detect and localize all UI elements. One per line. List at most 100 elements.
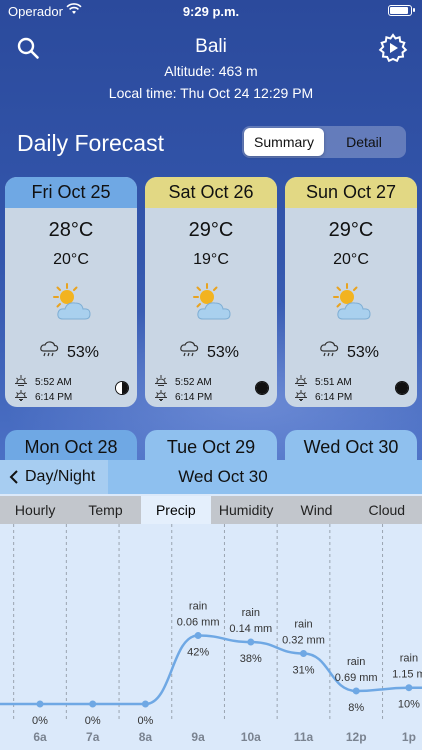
partly-cloudy-icon bbox=[49, 283, 95, 323]
rain-chance-value: 53% bbox=[347, 343, 380, 361]
sunrise-time: 5:52 AM bbox=[35, 376, 72, 388]
segment-detail[interactable]: Detail bbox=[324, 128, 404, 156]
rain-chance: 53% bbox=[39, 341, 99, 364]
annotation-amount: 0.14 mm bbox=[229, 623, 272, 635]
annotation-type: rain bbox=[189, 601, 207, 613]
low-temp: 19°C bbox=[193, 251, 229, 268]
moon-phase-icon bbox=[255, 381, 269, 395]
back-button[interactable]: Day/Night bbox=[0, 460, 108, 494]
sunset-icon bbox=[295, 390, 315, 405]
data-point bbox=[247, 638, 255, 646]
sunset-time: 6:14 PM bbox=[35, 391, 73, 403]
settings-button[interactable] bbox=[378, 33, 408, 63]
annotation-amount: 0.06 mm bbox=[177, 617, 220, 629]
precip-line bbox=[0, 634, 422, 706]
detail-header: Day/Night Wed Oct 30 bbox=[0, 460, 422, 494]
data-label: 31% bbox=[292, 664, 314, 676]
sunrise-icon bbox=[15, 375, 35, 390]
x-tick-label: 8a bbox=[139, 730, 153, 744]
sunset-time: 6:14 PM bbox=[175, 391, 213, 403]
data-label: 42% bbox=[187, 647, 209, 659]
day-card-label: Fri Oct 25 bbox=[31, 182, 111, 202]
x-tick-label: 10a bbox=[241, 730, 261, 744]
low-temp: 20°C bbox=[53, 251, 89, 268]
status-bar: Operador 9:29 p.m. bbox=[0, 0, 422, 22]
view-segmented-control: Summary Detail bbox=[242, 126, 406, 158]
chevron-left-icon bbox=[9, 470, 18, 484]
x-tick-label: 6a bbox=[33, 730, 47, 744]
day-card[interactable]: Sun Oct 27 29°C 20°C 53% 5:51 AM 6:14 PM bbox=[285, 177, 417, 407]
daily-forecast-title: Daily Forecast bbox=[17, 130, 164, 156]
day-card-header: Sat Oct 26 bbox=[145, 177, 277, 208]
clock: 9:29 p.m. bbox=[182, 4, 240, 19]
x-tick-label: 12p bbox=[346, 730, 367, 744]
partly-cloudy-icon bbox=[329, 283, 375, 323]
tab-precip[interactable]: Precip bbox=[140, 496, 211, 524]
annotation-type: rain bbox=[242, 607, 260, 619]
moon-phase-icon bbox=[395, 381, 409, 395]
altitude-label: Altitude: 463 m bbox=[164, 63, 258, 79]
annotation-amount: 0.32 mm bbox=[282, 634, 325, 646]
rain-cloud-icon bbox=[319, 341, 347, 364]
high-temp: 28°C bbox=[48, 219, 94, 241]
tab-cloud[interactable]: Cloud bbox=[352, 496, 422, 524]
moon-phase-icon bbox=[115, 381, 129, 395]
back-button-label: Day/Night bbox=[25, 468, 96, 485]
tab-wind[interactable]: Wind bbox=[281, 496, 351, 524]
annotation-type: rain bbox=[294, 618, 312, 630]
annotation-amount: 0.69 mm bbox=[335, 672, 378, 684]
segment-summary[interactable]: Summary bbox=[244, 128, 324, 156]
day-card-header: Sun Oct 27 bbox=[285, 177, 417, 208]
data-point bbox=[405, 684, 413, 692]
annotation-amount: 1.15 m bbox=[392, 669, 422, 681]
partly-cloudy-icon bbox=[189, 283, 235, 323]
data-label: 0% bbox=[137, 715, 153, 727]
sunset-icon bbox=[155, 390, 175, 405]
sun-times: 5:52 AM 6:14 PM bbox=[15, 375, 72, 405]
data-label: 0% bbox=[85, 715, 101, 727]
day-card[interactable]: Sat Oct 26 29°C 19°C 53% 5:52 AM 6:14 PM bbox=[145, 177, 277, 407]
local-time-label: Local time: Thu Oct 24 12:29 PM bbox=[108, 85, 314, 101]
rain-chance-value: 53% bbox=[67, 343, 100, 361]
data-label: 8% bbox=[348, 702, 364, 714]
data-point bbox=[194, 632, 202, 640]
data-point bbox=[89, 700, 97, 708]
rain-cloud-icon bbox=[39, 341, 67, 364]
gear-icon bbox=[378, 33, 408, 63]
sunset-time: 6:14 PM bbox=[315, 391, 353, 403]
sunset-icon bbox=[15, 390, 35, 405]
x-tick-label: 1p bbox=[402, 730, 416, 744]
sunrise-time: 5:52 AM bbox=[175, 376, 212, 388]
day-card-label: Sun Oct 27 bbox=[305, 182, 397, 202]
x-tick-label: 7a bbox=[86, 730, 100, 744]
tab-hourly[interactable]: Hourly bbox=[0, 496, 70, 524]
annotation-type: rain bbox=[347, 656, 365, 668]
data-point bbox=[36, 700, 44, 708]
sun-times: 5:52 AM 6:14 PM bbox=[155, 375, 212, 405]
battery-icon bbox=[388, 5, 415, 16]
sunrise-icon bbox=[295, 375, 315, 390]
low-temp: 20°C bbox=[333, 251, 369, 268]
tab-humidity[interactable]: Humidity bbox=[211, 496, 281, 524]
detail-title: Wed Oct 30 bbox=[178, 467, 268, 486]
sun-times: 5:51 AM 6:14 PM bbox=[295, 375, 352, 405]
data-label: 10% bbox=[398, 699, 420, 711]
day-card-header: Fri Oct 25 bbox=[5, 177, 137, 208]
rain-chance: 53% bbox=[179, 341, 239, 364]
rain-chance: 53% bbox=[319, 341, 379, 364]
sunrise-time: 5:51 AM bbox=[315, 376, 352, 388]
day-card[interactable]: Fri Oct 25 28°C 20°C 53% 5:52 AM 6:14 PM bbox=[5, 177, 137, 407]
rain-cloud-icon bbox=[179, 341, 207, 364]
precip-chart: 0% 6a 0% 7a 0% 8a 42% rain 0.06 mm 9a 38% rain 0.14 … bbox=[0, 524, 422, 744]
day-detail-panel: Day/Night Wed Oct 30 Hourly Temp Precip … bbox=[0, 460, 422, 750]
rain-chance-value: 53% bbox=[207, 343, 240, 361]
tab-temp[interactable]: Temp bbox=[70, 496, 140, 524]
data-point bbox=[300, 649, 307, 657]
high-temp: 29°C bbox=[328, 219, 374, 241]
location-title: Bali bbox=[195, 36, 227, 57]
x-tick-label: 11a bbox=[294, 730, 314, 744]
data-label: 38% bbox=[240, 653, 262, 665]
data-point bbox=[141, 700, 149, 708]
sunrise-icon bbox=[155, 375, 175, 390]
data-point bbox=[352, 687, 360, 695]
